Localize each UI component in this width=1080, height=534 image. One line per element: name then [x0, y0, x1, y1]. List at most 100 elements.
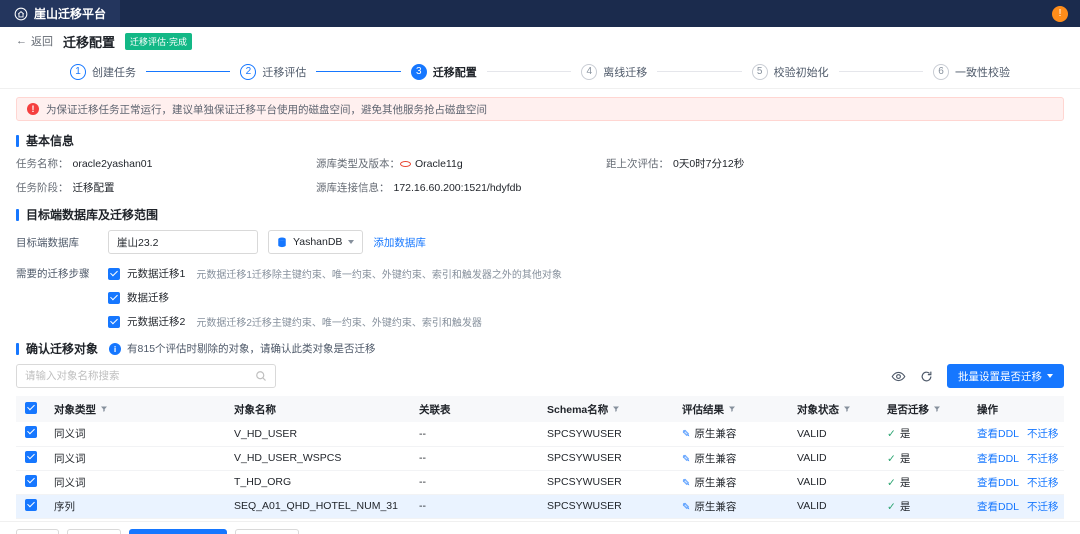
checkbox-checked-icon[interactable]	[108, 291, 120, 304]
app-title: 崖山迁移平台	[34, 7, 107, 21]
step-connector	[146, 71, 231, 72]
check-icon: ✓	[887, 428, 896, 441]
table-row[interactable]: 同义词 V_HD_USER_WSPCS -- SPCSYWUSER ✎ 原生兼容 …	[16, 446, 1064, 471]
batch-set-migration-button[interactable]: 批量设置是否迁移	[947, 364, 1064, 388]
step-offline-migration[interactable]: 4 离线迁移	[581, 63, 647, 80]
section-title: 目标端数据库及迁移范围	[26, 208, 159, 222]
no-migrate-link[interactable]: 不迁移	[1027, 477, 1059, 489]
col-eval-result[interactable]: 评估结果	[674, 396, 789, 422]
field-value: Oracle11g	[415, 158, 463, 170]
search-input[interactable]	[25, 370, 249, 382]
cell-schema-name: SPCSYWUSER	[539, 446, 674, 471]
step-consistency-check[interactable]: 6 一致性校验	[933, 63, 1010, 80]
field-task-stage: 任务阶段： 迁移配置	[16, 180, 316, 195]
add-database-link[interactable]: 添加数据库	[373, 230, 426, 250]
field-value: oracle2yashan01	[72, 158, 153, 170]
checkbox-label: 元数据迁移1	[127, 268, 186, 280]
view-ddl-link[interactable]: 查看DDL	[977, 501, 1019, 513]
cell-migrate: ✓ 是	[879, 422, 969, 447]
status-badge: 迁移评估·完成	[125, 32, 193, 50]
cell-eval-result: ✎ 原生兼容	[674, 494, 789, 519]
col-related-table: 关联表	[411, 396, 539, 422]
step-connector	[316, 71, 401, 72]
migration-steps-label: 需要的迁移步骤	[16, 268, 90, 280]
save-button[interactable]: 保存	[16, 528, 59, 534]
footer-actions: 保存 上一步 下一步:离线迁移 重新评估 预检查: 未检查	[0, 520, 1080, 534]
field-label: 源库类型及版本：	[316, 158, 400, 170]
select-all-checkbox[interactable]	[25, 401, 37, 414]
step-number: 2	[240, 63, 257, 80]
cell-related-table: --	[411, 470, 539, 495]
column-visibility-eye-icon[interactable]	[891, 369, 906, 384]
step-evaluation[interactable]: 2 迁移评估	[240, 63, 306, 80]
checkbox-meta-migration-2[interactable]: 元数据迁移2 元数据迁移2迁移主键约束、唯一约束、外键约束、索引和触发器	[108, 314, 562, 329]
checkbox-description: 元数据迁移1迁移除主键约束、唯一约束、外键约束、索引和触发器之外的其他对象	[196, 270, 562, 281]
edit-icon[interactable]: ✎	[682, 502, 690, 513]
table-row[interactable]: 同义词 T_HD_ORG -- SPCSYWUSER ✎ 原生兼容 VALID ✓…	[16, 470, 1064, 495]
step-verify-init[interactable]: 5 校验初始化	[751, 63, 829, 80]
db-type-select[interactable]: YashanDB	[268, 230, 364, 254]
step-connector	[838, 71, 924, 72]
step-config[interactable]: 3 迁移配置	[410, 63, 477, 80]
object-search-box[interactable]	[16, 364, 276, 388]
top-header: 崖山迁移平台 !	[0, 0, 1080, 27]
next-step-button[interactable]: 下一步:离线迁移	[128, 528, 227, 534]
edit-icon[interactable]: ✎	[682, 454, 690, 465]
no-migrate-link[interactable]: 不迁移	[1027, 501, 1059, 513]
progress-stepper: 1 创建任务 2 迁移评估 3 迁移配置 4 离线迁移 5 校验初始化 6 一致…	[0, 55, 1080, 89]
step-create-task[interactable]: 1 创建任务	[70, 63, 136, 80]
db-type-value: YashanDB	[293, 236, 343, 248]
edit-icon[interactable]: ✎	[682, 478, 690, 489]
target-db-label: 目标端数据库	[16, 237, 79, 249]
notification-icon[interactable]: !	[1052, 5, 1068, 22]
row-checkbox[interactable]	[25, 498, 37, 511]
checkbox-meta-migration-1[interactable]: 元数据迁移1 元数据迁移1迁移除主键约束、唯一约束、外键约束、索引和触发器之外的…	[108, 266, 562, 281]
col-schema-name[interactable]: Schema名称	[539, 396, 674, 422]
checkbox-checked-icon[interactable]	[108, 315, 120, 328]
no-migrate-link[interactable]: 不迁移	[1027, 453, 1059, 465]
back-button[interactable]: ← 返回	[16, 33, 53, 49]
checkbox-data-migration[interactable]: 数据迁移	[108, 290, 562, 305]
row-checkbox[interactable]	[25, 426, 37, 439]
table-row[interactable]: 序列 SEQ_A01_QHD_HOTEL_NUM_31 -- SPCSYWUSE…	[16, 494, 1064, 519]
prev-step-button[interactable]: 上一步	[67, 528, 121, 534]
row-checkbox[interactable]	[25, 450, 37, 463]
cell-object-status: VALID	[789, 494, 879, 519]
step-number: 3	[410, 63, 427, 80]
step-connector	[486, 71, 572, 72]
cell-actions: 查看DDL 不迁移	[969, 470, 1064, 495]
cell-eval-result: ✎ 原生兼容	[674, 446, 789, 471]
no-migrate-link[interactable]: 不迁移	[1027, 428, 1059, 440]
target-db-input[interactable]: 崖山23.2	[108, 230, 258, 254]
table-row[interactable]: 同义词 V_HD_USER -- SPCSYWUSER ✎ 原生兼容 VALID …	[16, 422, 1064, 447]
col-object-status[interactable]: 对象状态	[789, 396, 879, 422]
cell-schema-name: SPCSYWUSER	[539, 494, 674, 519]
checkbox-checked-icon[interactable]	[108, 267, 120, 280]
view-ddl-link[interactable]: 查看DDL	[977, 477, 1019, 489]
step-number: 4	[581, 63, 598, 80]
objects-info: i 有815个评估时剔除的对象，请确认此类对象是否迁移	[109, 341, 376, 356]
cell-object-type: 同义词	[46, 470, 226, 495]
check-icon: ✓	[887, 500, 896, 513]
cell-object-name: V_HD_USER_WSPCS	[226, 446, 411, 471]
page-header: ← 返回 迁移配置 迁移评估·完成	[0, 27, 1080, 55]
refresh-icon[interactable]	[920, 370, 933, 383]
col-object-type[interactable]: 对象类型	[46, 396, 226, 422]
edit-icon[interactable]: ✎	[682, 429, 690, 440]
re-evaluate-button[interactable]: 重新评估	[234, 528, 299, 534]
col-migrate[interactable]: 是否迁移	[879, 396, 969, 422]
cell-object-name: SEQ_A01_QHD_HOTEL_NUM_31	[226, 494, 411, 519]
chevron-down-icon	[1047, 374, 1053, 378]
field-label: 源库连接信息：	[316, 182, 390, 194]
row-checkbox[interactable]	[25, 474, 37, 487]
database-icon	[277, 237, 287, 248]
cell-schema-name: SPCSYWUSER	[539, 422, 674, 447]
app-logo[interactable]: 崖山迁移平台	[0, 0, 121, 27]
section-bar	[16, 134, 19, 147]
migration-steps-row: 需要的迁移步骤 元数据迁移1 元数据迁移1迁移除主键约束、唯一约束、外键约束、索…	[16, 261, 1064, 329]
search-icon[interactable]	[255, 370, 267, 382]
step-label: 创建任务	[92, 66, 136, 79]
view-ddl-link[interactable]: 查看DDL	[977, 428, 1019, 440]
view-ddl-link[interactable]: 查看DDL	[977, 453, 1019, 465]
field-label: 任务名称：	[16, 158, 69, 170]
